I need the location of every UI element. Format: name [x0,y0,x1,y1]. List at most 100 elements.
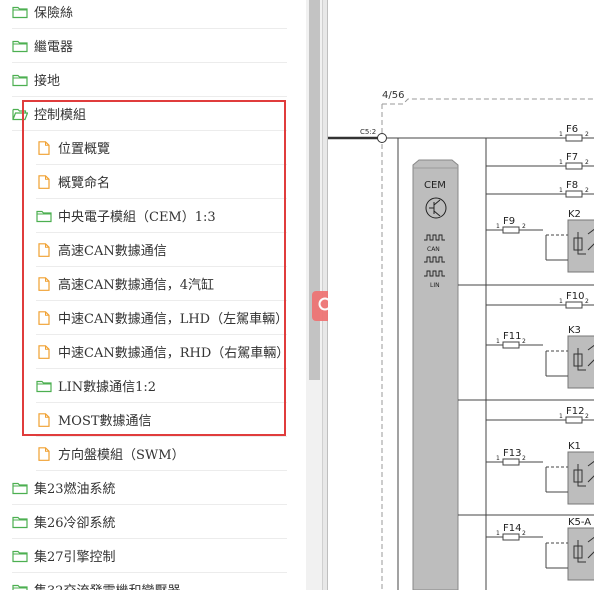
pin-label: 1 [559,413,563,420]
tree-item[interactable]: 高速CAN數據通信，4汽缸 [36,267,287,301]
fuse-label: F10 [566,291,584,302]
tree-item-label: 概覽命名 [58,176,111,191]
file-icon [36,344,52,359]
tree-item-label: 中央電子模組（CEM）1:3 [58,210,216,225]
file-icon [36,412,52,427]
pin-label: 1 [559,159,563,166]
tree-item-label: 保險絲 [34,6,74,21]
pin-label: 1 [559,131,563,138]
file-icon [36,140,52,155]
tree-item[interactable]: 集27引擎控制 [12,539,287,573]
file-icon [36,276,52,291]
folder-open-icon [12,107,28,121]
tree-item[interactable]: 中速CAN數據通信，RHD（右駕車輛） [36,335,290,369]
tree-item[interactable]: 中速CAN數據通信，LHD（左駕車輛） [36,301,289,335]
file-icon [36,310,52,325]
fuse-label: F6 [566,124,578,135]
page-ref-label: 4/56 [382,90,404,101]
tree-item[interactable]: 概覽命名 [36,165,287,199]
file-icon [36,174,52,189]
tree-item-label: 中速CAN數據通信，RHD（右駕車輛） [58,346,290,361]
tree-item[interactable]: 位置概覽 [36,131,287,165]
pin-label: 1 [496,455,500,462]
lin-label: LIN [430,282,440,289]
tree-item[interactable]: 接地 [12,63,287,97]
folder-icon [36,379,52,393]
folder-icon [12,73,28,87]
tree-item[interactable]: LIN數據通信1:2 [36,369,287,403]
tree-item-label: 控制模組 [34,108,87,123]
pin-label: 1 [496,223,500,230]
tree-item-label: 方向盤模組（SWM） [58,448,185,463]
folder-icon [12,39,28,53]
can-label: CAN [427,246,440,253]
relay-label: K3 [568,325,581,336]
fuse: F131 2 [486,448,543,466]
cem-label: CEM [424,180,446,191]
pin-label: 2 [522,530,526,537]
pin-label: 2 [522,223,526,230]
pin-label: 1 [496,338,500,345]
fuse-label: F14 [503,523,521,534]
tree-item[interactable]: 繼電器 [12,29,287,63]
folder-icon [12,583,28,590]
folder-icon [12,515,28,529]
tree-item[interactable]: 集32交流發電機和變壓器 [12,573,287,590]
relay: K5-A [545,517,594,581]
pin-label: 1 [559,298,563,305]
folder-icon [12,481,28,495]
pin-label: 2 [522,455,526,462]
fuse: F71 2 [486,152,594,170]
folder-icon [12,549,28,563]
fuse-label: F13 [503,448,521,459]
relay-label: K2 [568,209,581,220]
tree-item-label: MOST數據通信 [58,414,152,429]
fuse: F81 2 [486,180,594,198]
pin-label: 1 [496,530,500,537]
tree-item[interactable]: 高速CAN數據通信 [36,233,287,267]
tree-item-label: 位置概覽 [58,142,111,157]
folder-icon [12,5,28,19]
pin-label: 2 [585,159,589,166]
pin-label: 1 [559,187,563,194]
tree-item-label: 集32交流發電機和變壓器 [34,580,181,590]
fuse: F61 2 [486,124,594,142]
fuse-label: F8 [566,180,578,191]
fuse: F111 2 [486,331,543,349]
tree-item-label: 集26冷卻系統 [34,516,116,531]
tree-item-label: 中速CAN數據通信，LHD（左駕車輛） [58,312,289,327]
tree-item-label: 繼電器 [34,40,74,55]
tree-item[interactable]: 控制模組 [12,97,287,131]
tree-item[interactable]: 中央電子模組（CEM）1:3 [36,199,287,233]
relay: K2 [545,209,594,273]
fuse-label: F12 [566,406,584,417]
pin-label: 2 [585,413,589,420]
file-icon [36,242,52,257]
tree-item-label: 集23燃油系統 [34,482,116,497]
frame-dashed-top [382,98,594,105]
tree-item[interactable]: MOST數據通信 [36,403,287,437]
tree-item[interactable]: 集26冷卻系統 [12,505,287,539]
pin-label: 2 [522,338,526,345]
fuse: F141 2 [486,523,543,541]
folder-icon [36,209,52,223]
scrollbar-thumb[interactable] [309,0,320,380]
navigation-tree: 保險絲繼電器接地控制模組位置概覽概覽命名中央電子模組（CEM）1:3 高速CAN數… [0,0,306,590]
relay-label: K5-A [568,517,591,528]
fuse-label: F11 [503,331,521,342]
tree-item[interactable]: 方向盤模組（SWM） [36,437,287,471]
relay: K3 [545,325,594,389]
tree-item[interactable]: 保險絲 [12,0,287,29]
file-icon [36,446,52,461]
fuse-label: F9 [503,216,515,227]
fuse: F101 2 [486,291,594,309]
pin-label: 2 [585,298,589,305]
tree-item-label: 接地 [34,74,61,89]
relay: K1 [545,441,594,505]
connector-label: C5:2 [360,128,376,136]
pin-label: 2 [585,187,589,194]
pin-label: 2 [585,131,589,138]
tree-item-label: 高速CAN數據通信，4汽缸 [58,278,214,293]
tree-item[interactable]: 集23燃油系統 [12,471,287,505]
connector-terminal [377,133,387,143]
